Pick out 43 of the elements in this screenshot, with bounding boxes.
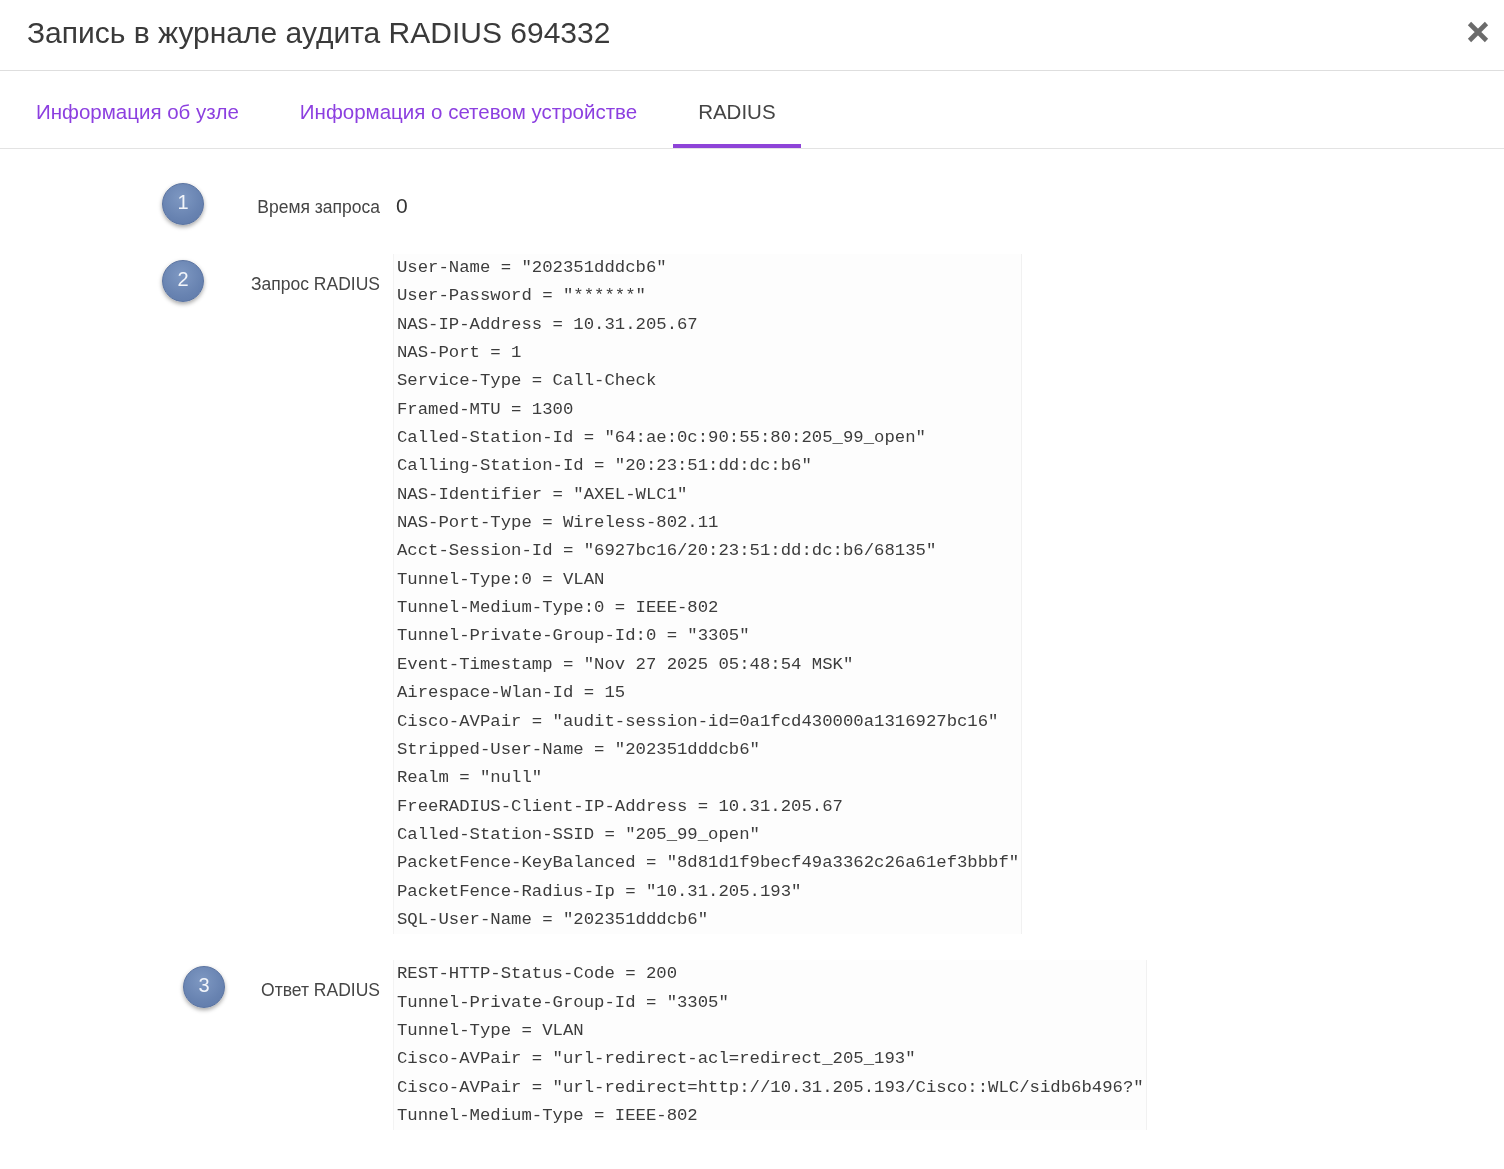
tab[interactable]: RADIUS xyxy=(673,71,801,148)
attribute-line: Tunnel-Private-Group-Id = "3305" xyxy=(397,991,729,1014)
attribute-line: User-Name = "202351dddcb6" xyxy=(397,257,667,279)
attribute-line: Acct-Session-Id = "6927bc16/20:23:51:dd:dc:b6/68135" xyxy=(397,540,937,563)
attribute-line: NAS-IP-Address = 10.31.205.67 xyxy=(397,313,698,336)
number-badge: 2 xyxy=(162,260,204,302)
attribute-line: User-Password = "******" xyxy=(397,285,646,308)
attribute-line: Cisco-AVPair = "url-redirect-acl=redirect_205_193" xyxy=(397,1048,916,1071)
dialog-title: Запись в журнале аудита RADIUS 694332 xyxy=(27,15,611,51)
number-badge: 3 xyxy=(183,966,225,1009)
attribute-line: Tunnel-Medium-Type = IEEE-802 xyxy=(397,1104,698,1127)
attribute-line: Airespace-Wlan-Id = 15 xyxy=(397,682,626,705)
attribute-line: PacketFence-Radius-Ip = "10.31.205.193" xyxy=(397,880,802,903)
attribute-line: NAS-Identifier = "AXEL-WLC1" xyxy=(397,483,688,506)
attribute-line: Event-Timestamp = "Nov 27 2025 05:48:54 MSK" xyxy=(397,653,854,676)
attribute-line: Tunnel-Private-Group-Id:0 = "3305" xyxy=(397,625,750,648)
field-label: Время запроса xyxy=(256,197,380,217)
close-icon xyxy=(1467,21,1489,43)
attribute-line: Called-Station-Id = "64:ae:0c:90:55:80:205_99_open" xyxy=(397,427,926,450)
attribute-line: Framed-MTU = 1300 xyxy=(397,398,574,421)
attribute-line: SQL-User-Name = "202351dddcb6" xyxy=(397,908,709,931)
tab[interactable]: Информация о сетевом устройстве xyxy=(274,71,663,148)
attribute-line: Cisco-AVPair = "audit-session-id=0a1fcd430000a1316927bc16" xyxy=(397,710,999,733)
attribute-line: Tunnel-Type = VLAN xyxy=(397,1019,584,1042)
field-value: 0 xyxy=(396,193,408,219)
attribute-line: Tunnel-Medium-Type:0 = IEEE-802 xyxy=(397,597,719,620)
field-label: Запрос RADIUS xyxy=(250,274,380,294)
attribute-line: Service-Type = Call-Check xyxy=(397,370,657,393)
attribute-line: NAS-Port = 1 xyxy=(397,342,522,365)
attribute-line: REST-HTTP-Status-Code = 200 xyxy=(397,963,677,986)
attribute-line: Called-Station-SSID = "205_99_open" xyxy=(397,823,760,846)
attribute-line: Cisco-AVPair = "url-redirect=http://10.31.205.193/Cisco::WLC/sidb6b496?" xyxy=(397,1076,1144,1099)
attribute-line: Realm = "null" xyxy=(397,767,543,790)
attribute-line: Stripped-User-Name = "202351dddcb6" xyxy=(397,738,760,761)
attribute-line: FreeRADIUS-Client-IP-Address = 10.31.205.67 xyxy=(397,795,843,818)
attribute-line: NAS-Port-Type = Wireless-802.11 xyxy=(397,512,719,535)
close-button[interactable] xyxy=(1467,21,1489,43)
attribute-line: Tunnel-Type:0 = VLAN xyxy=(397,568,605,591)
tab[interactable]: Информация об узле xyxy=(11,71,264,148)
attribute-line: Calling-Station-Id = "20:23:51:dd:dc:b6" xyxy=(397,455,812,478)
number-badge: 1 xyxy=(162,183,204,225)
field-label: Ответ RADIUS xyxy=(260,980,380,1001)
attribute-line: PacketFence-KeyBalanced = "8d81d1f9becf49a3362c26a61ef3bbbf" xyxy=(397,852,1020,875)
